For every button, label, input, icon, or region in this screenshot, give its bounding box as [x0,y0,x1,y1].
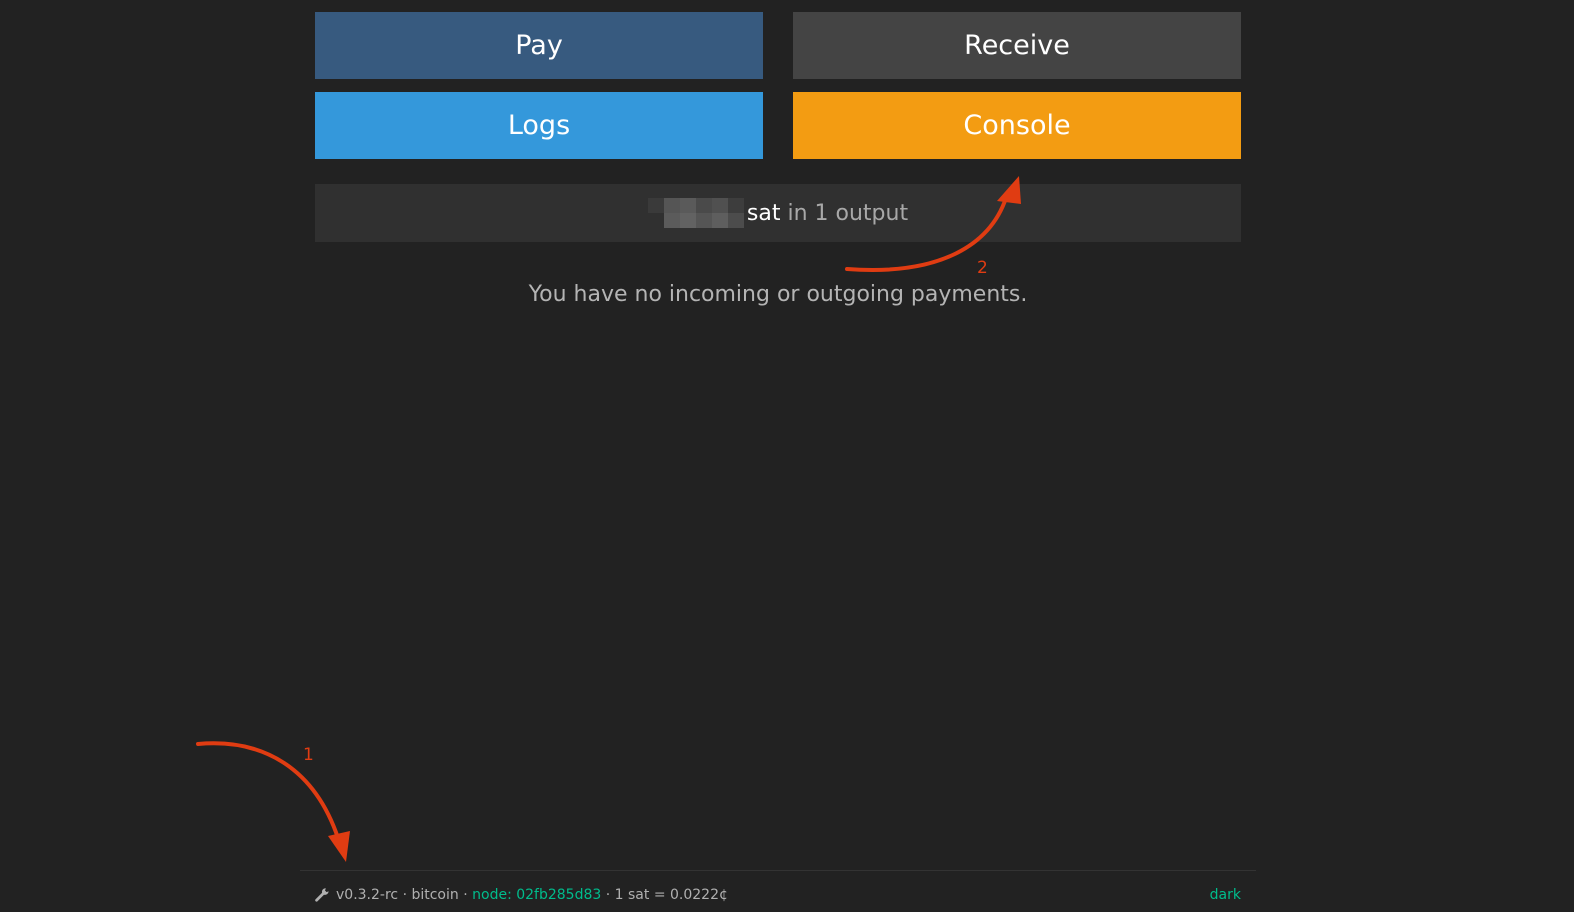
annotation-arrow-1 [196,741,350,862]
annotation-label-1: 1 [303,745,314,765]
annotation-arrow-2 [845,176,1021,272]
annotation-arrows [196,176,1021,862]
annotation-label-2: 2 [977,258,988,278]
